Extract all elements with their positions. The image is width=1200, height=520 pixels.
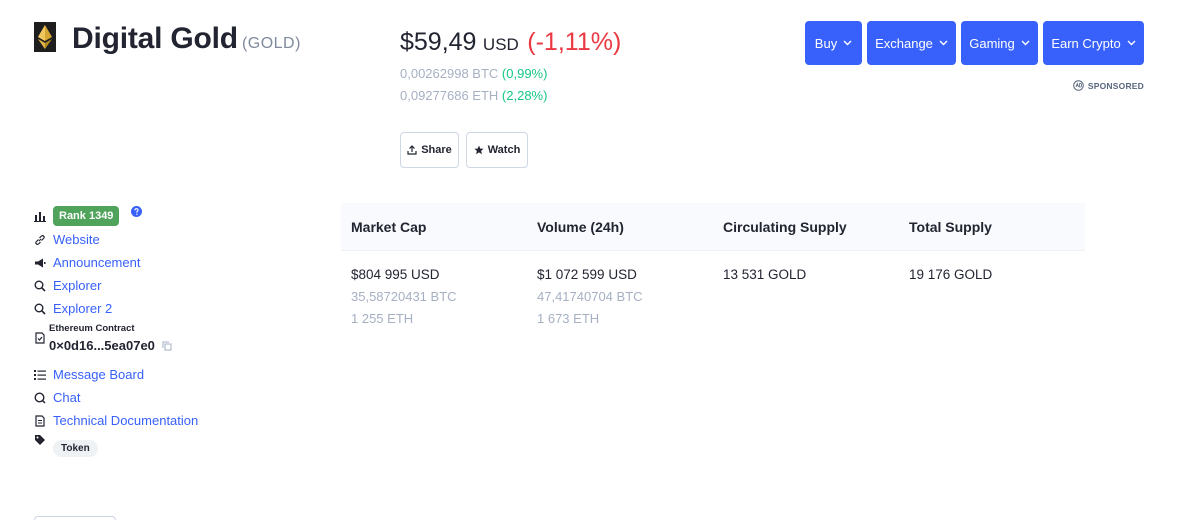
watch-label: Watch (487, 144, 521, 156)
technical-documentation-link[interactable]: Technical Documentation (53, 413, 198, 428)
market-cap-header: Market Cap (351, 219, 427, 235)
search-icon (34, 303, 46, 315)
earn-crypto-dropdown-button[interactable]: Earn Crypto (1043, 21, 1144, 65)
link-technical-documentation[interactable]: Technical Documentation (34, 409, 198, 432)
price-value: $59,49 (400, 28, 477, 56)
token-tag[interactable]: Token (53, 440, 98, 457)
volume-usd: $1 072 599 USD (537, 267, 637, 282)
rank-badge: Rank 1349 (53, 206, 120, 226)
explorer-2-link[interactable]: Explorer 2 (53, 301, 112, 316)
sponsored-label: SPONSORED (1073, 80, 1144, 91)
volume-btc: 47,41740704 BTC (537, 289, 643, 304)
link-explorer[interactable]: Explorer (34, 274, 198, 297)
coin-detail-page: Digital Gold (GOLD) $59,49 USD (-1,11%) 0… (0, 0, 1200, 520)
message-board-link[interactable]: Message Board (53, 367, 144, 382)
gaming-dropdown-button[interactable]: Gaming (961, 21, 1038, 65)
bar-chart-icon (34, 210, 46, 222)
volume-cell: $1 072 599 USD 47,41740704 BTC 1 673 ETH (527, 267, 713, 333)
ad-icon (1073, 80, 1084, 91)
stats-header-row: Market Cap Volume (24h) Circulating Supp… (341, 203, 1085, 251)
search-icon (34, 280, 46, 292)
contract-address: 0×0d16...5ea07e0 (49, 338, 155, 353)
question-mark-icon[interactable] (131, 205, 143, 217)
sponsored-text: SPONSORED (1087, 80, 1144, 91)
contract-address-row: 0×0d16...5ea07e0 (49, 338, 172, 353)
rank-row: Rank 1349 (34, 204, 198, 228)
link-chat[interactable]: Chat (34, 386, 198, 409)
contract-row: Ethereum Contract 0×0d16...5ea07e0 (34, 320, 198, 363)
announcement-link[interactable]: Announcement (53, 255, 140, 270)
btc-price: 0,00262998 BTC (0,99%) (400, 66, 547, 81)
eth-change: (2,28%) (501, 88, 548, 103)
market-stats-table: Market Cap Volume (24h) Circulating Supp… (341, 203, 1085, 333)
market-cap-eth: 1 255 ETH (351, 311, 414, 326)
chevron-down-icon (1021, 40, 1030, 46)
link-website[interactable]: Website (34, 228, 198, 251)
btc-value: 0,00262998 BTC (400, 66, 499, 81)
explorer-link[interactable]: Explorer (53, 278, 101, 293)
megaphone-icon (34, 257, 46, 269)
exchange-label: Exchange (875, 35, 933, 51)
market-cap-btc: 35,58720431 BTC (351, 289, 457, 304)
exchange-dropdown-button[interactable]: Exchange (867, 21, 956, 65)
chevron-down-icon (939, 40, 948, 46)
coin-links-list: Rank 1349 Website Announcement Explorer (34, 204, 198, 460)
eth-price: 0,09277686 ETH (2,28%) (400, 88, 547, 103)
price-display: $59,49 USD (-1,11%) (400, 28, 621, 57)
partial-button-edge[interactable] (34, 516, 116, 520)
document-check-icon (34, 331, 46, 349)
star-icon (474, 145, 484, 155)
circulating-supply-header: Circulating Supply (723, 219, 847, 235)
buy-label: Buy (814, 35, 838, 51)
circulating-supply-value: 13 531 GOLD (723, 267, 807, 282)
link-message-board[interactable]: Message Board (34, 363, 198, 386)
buy-dropdown-button[interactable]: Buy (805, 21, 862, 65)
link-announcement[interactable]: Announcement (34, 251, 198, 274)
market-cap-cell: $804 995 USD 35,58720431 BTC 1 255 ETH (341, 267, 527, 333)
chat-link[interactable]: Chat (53, 390, 80, 405)
list-icon (34, 369, 46, 381)
coin-name: Digital Gold (72, 22, 238, 55)
chat-icon (34, 391, 46, 404)
share-label: Share (421, 144, 452, 156)
tag-icon (34, 434, 46, 446)
price-change: (-1,11%) (527, 28, 622, 56)
share-icon (407, 145, 417, 155)
watch-button[interactable]: Watch (466, 132, 528, 168)
eth-value: 0,09277686 ETH (400, 88, 499, 103)
price-currency: USD (482, 35, 519, 54)
link-icon (34, 234, 46, 246)
volume-header: Volume (24h) (537, 219, 624, 235)
contract-label: Ethereum Contract (49, 323, 135, 334)
link-explorer-2[interactable]: Explorer 2 (34, 297, 198, 320)
volume-eth: 1 673 ETH (537, 311, 600, 326)
total-supply-cell: 19 176 GOLD (899, 267, 1085, 333)
tags-row: Token (34, 432, 198, 460)
coin-title: Digital Gold (GOLD) (72, 22, 301, 56)
ethereum-diamond-icon (34, 22, 56, 52)
share-button[interactable]: Share (400, 132, 459, 168)
earn-label: Earn Crypto (1051, 35, 1121, 51)
total-supply-header: Total Supply (909, 219, 992, 235)
btc-change: (0,99%) (501, 66, 548, 81)
chevron-down-icon (1127, 40, 1136, 46)
contract-info: Ethereum Contract 0×0d16...5ea07e0 (49, 323, 172, 353)
coin-symbol: (GOLD) (241, 35, 301, 52)
copy-icon[interactable] (162, 341, 172, 351)
website-link[interactable]: Website (53, 232, 100, 247)
gaming-label: Gaming (969, 35, 1015, 51)
document-icon (34, 414, 46, 427)
stats-body-row: $804 995 USD 35,58720431 BTC 1 255 ETH $… (341, 251, 1085, 333)
chevron-down-icon (843, 40, 852, 46)
total-supply-value: 19 176 GOLD (909, 267, 993, 282)
circulating-supply-cell: 13 531 GOLD (713, 267, 899, 333)
market-cap-usd: $804 995 USD (351, 267, 440, 282)
